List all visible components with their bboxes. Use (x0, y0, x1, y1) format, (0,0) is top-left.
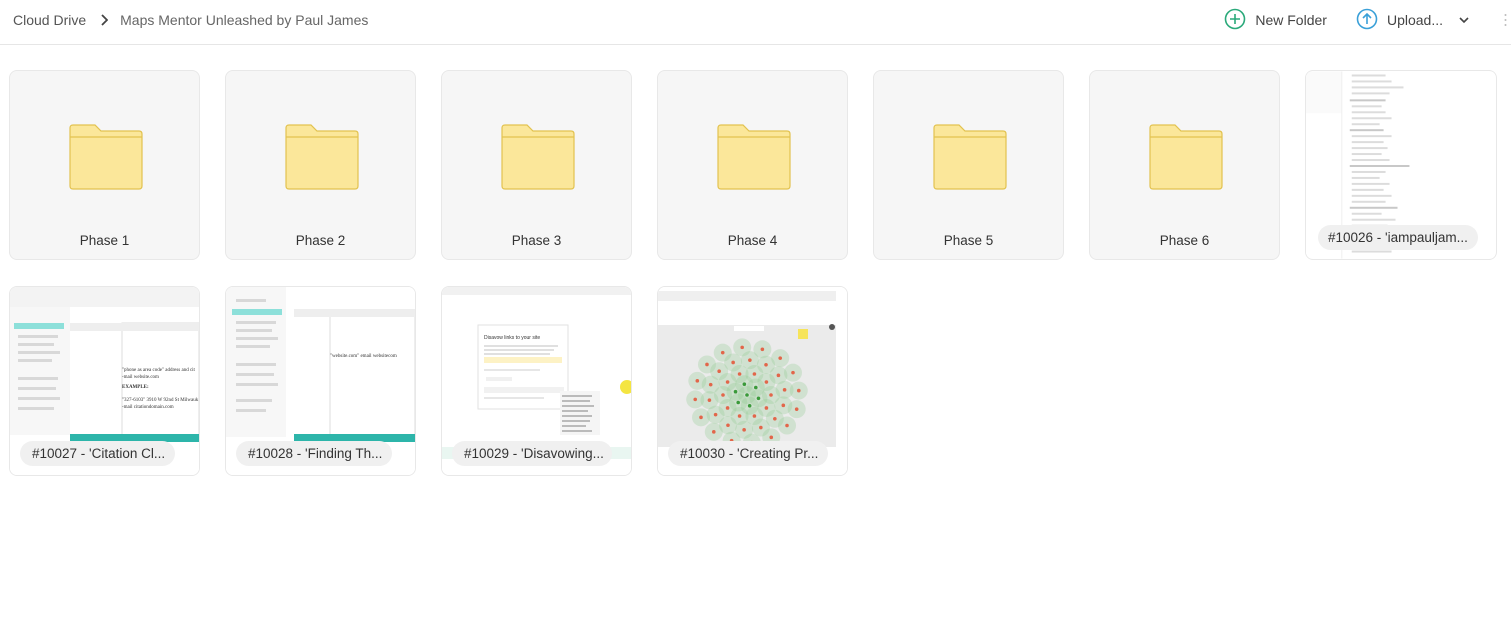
map-marker (752, 372, 757, 376)
map-marker (742, 428, 746, 432)
folder-name: Phase 5 (943, 233, 994, 248)
map-marker (752, 414, 757, 418)
map-marker (721, 393, 725, 397)
thumb-text: EXAMPLE: (122, 385, 149, 390)
map-marker (764, 406, 769, 410)
folder-name: Phase 3 (511, 233, 562, 248)
file-tile[interactable]: "website.com" email websitecom #10028 - … (225, 286, 416, 476)
new-folder-button[interactable]: New Folder (1224, 8, 1327, 33)
map-marker (769, 435, 774, 440)
file-tile[interactable]: Disavow links to your site #10029 - 'Dis… (441, 286, 632, 476)
folder-tile[interactable]: Phase 5 (873, 70, 1064, 260)
map-marker (725, 406, 730, 410)
folder-icon (717, 124, 791, 190)
map-marker (699, 415, 703, 420)
map-marker (748, 358, 752, 362)
map-marker (711, 430, 716, 434)
map-marker (742, 382, 747, 387)
folder-tile[interactable]: Phase 4 (657, 70, 848, 260)
thumb-text: "website.com" email websitecom (330, 354, 397, 359)
map-marker (756, 396, 761, 401)
folder-name: Phase 6 (1159, 233, 1210, 248)
chevron-down-icon[interactable] (1459, 16, 1469, 24)
map-marker (764, 380, 769, 384)
plus-circle-icon (1224, 8, 1255, 33)
upload-button[interactable]: Upload... (1356, 8, 1443, 33)
folder-icon (69, 124, 143, 190)
map-marker (776, 373, 781, 378)
map-marker (708, 382, 713, 387)
map-marker (737, 372, 742, 376)
file-name: #10029 - 'Disavowing... (452, 441, 612, 466)
breadcrumb-cloud-drive[interactable]: Cloud Drive (13, 12, 86, 28)
map-marker (754, 385, 758, 390)
map-marker (731, 360, 735, 365)
map-marker (785, 423, 789, 428)
upload-label: Upload... (1386, 12, 1443, 28)
map-marker (707, 398, 712, 402)
folder-name: Phase 4 (727, 233, 778, 248)
thumb-text: -mail citationdomain.com (122, 405, 174, 410)
thumb-text: -mail website.com (122, 375, 159, 380)
map-marker (791, 370, 795, 375)
map-marker (781, 403, 786, 408)
map-marker (782, 388, 787, 392)
map-marker (778, 356, 783, 360)
map-marker (759, 425, 763, 430)
map-marker (725, 380, 730, 384)
map-marker (733, 389, 738, 394)
map-marker (794, 407, 799, 411)
map-marker (745, 393, 749, 397)
map-marker (773, 416, 777, 421)
map-marker (720, 350, 725, 355)
thumb-text: "phone as area code" address and cit (122, 368, 196, 373)
map-marker (717, 369, 721, 374)
folder-icon (285, 124, 359, 190)
map-marker (713, 412, 718, 417)
file-tile[interactable]: #10030 - 'Creating Pr... (657, 286, 848, 476)
folder-icon (1149, 124, 1223, 190)
folder-tile[interactable]: Phase 3 (441, 70, 632, 260)
map-marker (693, 397, 698, 402)
new-folder-label: New Folder (1255, 12, 1327, 28)
map-marker (736, 400, 740, 405)
folder-name: Phase 2 (295, 233, 346, 248)
map-marker (747, 403, 752, 408)
upload-arrow-icon (1356, 8, 1387, 33)
folder-icon (501, 124, 575, 190)
folder-name: Phase 1 (79, 233, 130, 248)
thumb-text: Disavow links to your site (484, 335, 540, 341)
folder-tile[interactable]: Phase 2 (225, 70, 416, 260)
map-marker (769, 393, 773, 397)
breadcrumb: Cloud Drive Maps Mentor Unleashed by Pau… (13, 0, 368, 40)
folder-icon (933, 124, 1007, 190)
map-marker (764, 362, 768, 367)
folder-tile[interactable]: Phase 1 (9, 70, 200, 260)
file-tile[interactable]: "phone as area code" address and cit -ma… (9, 286, 200, 476)
map-marker (737, 414, 742, 418)
map-marker (760, 347, 765, 352)
toolbar-actions: New Folder Upload... (1224, 0, 1511, 40)
file-name: #10030 - 'Creating Pr... (668, 441, 828, 466)
top-bar: Cloud Drive Maps Mentor Unleashed by Pau… (0, 0, 1511, 45)
thumb-text: "327-6103" 3910 W 92nd St Milwauk (122, 398, 199, 403)
file-name: #10027 - 'Citation Cl... (20, 441, 176, 466)
file-name: #10026 - 'iampauljam... (1318, 225, 1478, 250)
map-marker (695, 379, 700, 383)
map-marker (705, 362, 709, 367)
map-marker (740, 345, 744, 350)
file-tile[interactable]: #10026 - 'iampauljam... (1305, 70, 1497, 260)
breadcrumb-current-folder: Maps Mentor Unleashed by Paul James (120, 12, 369, 28)
more-options-icon[interactable] (1493, 10, 1511, 30)
chevron-right-icon (100, 14, 109, 26)
file-name: #10028 - 'Finding Th... (236, 441, 393, 466)
map-marker (726, 423, 730, 428)
folder-tile[interactable]: Phase 6 (1089, 70, 1280, 260)
map-marker (796, 388, 801, 393)
